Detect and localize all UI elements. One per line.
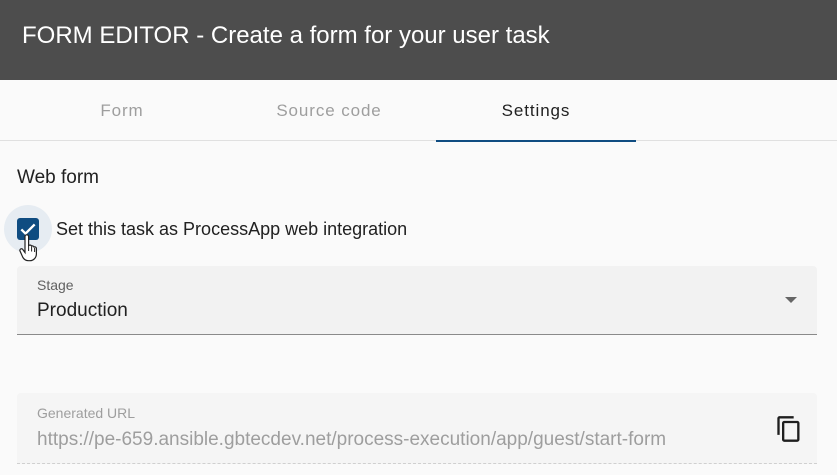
stage-value: Production bbox=[37, 300, 128, 321]
tab-settings[interactable]: Settings bbox=[436, 80, 636, 142]
copy-url-button[interactable] bbox=[771, 411, 807, 447]
generated-url-label: Generated URL bbox=[37, 405, 136, 421]
stage-label: Stage bbox=[37, 277, 74, 293]
tab-form[interactable]: Form bbox=[22, 80, 222, 141]
generated-url-value: https://pe-659.ansible.gbtecdev.net/proc… bbox=[37, 429, 667, 450]
page-title: FORM EDITOR - Create a form for your use… bbox=[22, 22, 550, 49]
tab-source-code[interactable]: Source code bbox=[229, 80, 429, 141]
arrow-drop-down-icon[interactable] bbox=[785, 297, 797, 303]
app-header: FORM EDITOR - Create a form for your use… bbox=[0, 0, 837, 80]
web-form-heading: Web form bbox=[17, 167, 100, 188]
web-integration-label[interactable]: Set this task as ProcessApp web integrat… bbox=[56, 219, 407, 240]
generated-url-field: Generated URL https://pe-659.ansible.gbt… bbox=[17, 393, 817, 464]
tab-bar: Form Source code Settings bbox=[0, 80, 837, 142]
stage-select[interactable]: Stage Production bbox=[17, 266, 817, 335]
copy-icon bbox=[777, 416, 800, 442]
hand-pointer-icon bbox=[19, 234, 37, 262]
